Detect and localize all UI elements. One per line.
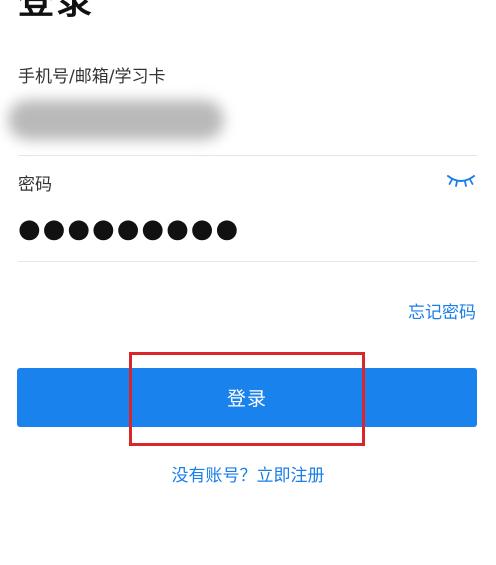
page-title: 登录 [18,0,95,22]
login-page: 登录 手机号/邮箱/学习卡 密码 ●●●●●●●●● 忘记密码 登录 没有账号？… [0,0,496,565]
eye-closed-icon[interactable] [446,172,476,188]
account-input[interactable] [8,100,224,140]
password-divider [18,261,477,262]
password-input[interactable]: ●●●●●●●●● [18,212,240,246]
password-label: 密码 [18,175,52,195]
forgot-password-link[interactable]: 忘记密码 [408,298,476,323]
account-divider [18,155,477,156]
login-button[interactable]: 登录 [17,368,477,427]
account-label: 手机号/邮箱/学习卡 [18,67,166,87]
register-link[interactable]: 没有账号？立即注册 [0,461,496,486]
